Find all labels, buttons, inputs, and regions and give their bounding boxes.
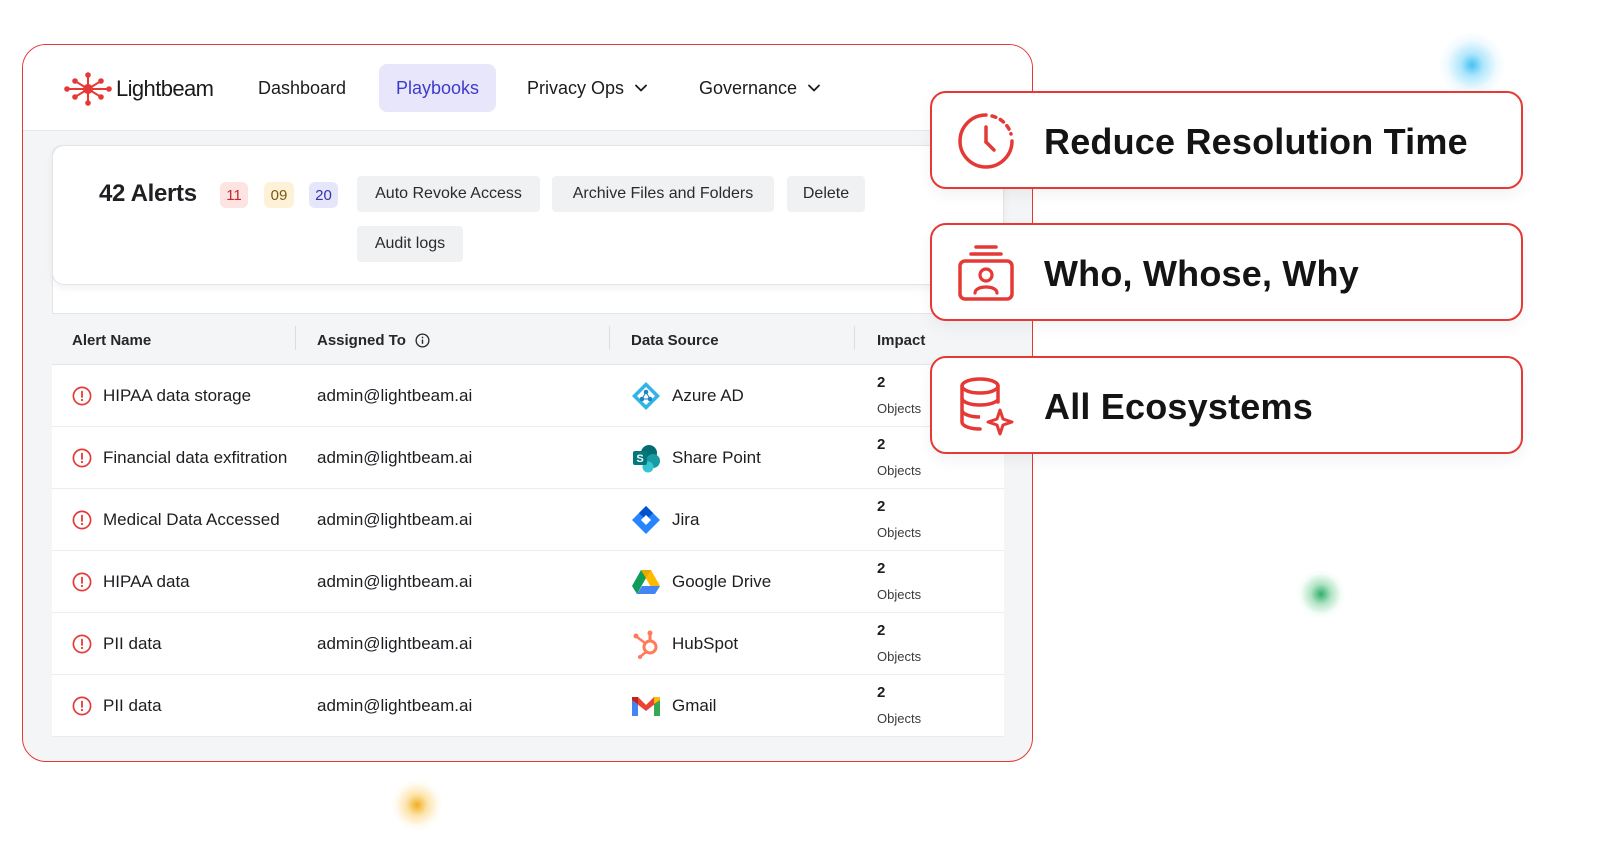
svg-text:S: S [636,453,643,465]
assigned-to: admin@lightbeam.ai [317,696,473,715]
sharepoint-icon: S [633,445,660,473]
column-label: Data Source [631,332,719,349]
assigned-to: admin@lightbeam.ai [317,634,473,653]
severity-badge-medium[interactable]: 09 [264,182,294,208]
alerts-toolbar: 42 Alerts 11 09 20 Auto Revoke Access Ar… [52,145,1004,285]
nav-privacy-ops-label: Privacy Ops [527,77,625,98]
assigned-to: admin@lightbeam.ai [317,448,473,467]
table-row[interactable]: HIPAA data admin@lightbeam.ai Google Dri… [52,551,1004,613]
impact-count: 2 [877,622,886,639]
info-icon[interactable] [415,333,430,348]
clock-icon [958,113,1014,169]
column-header-impact[interactable]: Impact [877,332,925,349]
alert-name[interactable]: HIPAA data storage [103,386,251,406]
alert-name[interactable]: HIPAA data [103,572,190,592]
identity-badge-icon [958,245,1014,301]
alert-name[interactable]: PII data [103,696,162,716]
data-source-name: HubSpot [672,634,739,653]
column-header-alert-name[interactable]: Alert Name [72,332,151,349]
table-row[interactable]: PII data admin@lightbeam.ai Gmail 2 Obje… [52,675,1004,737]
gmail-icon [632,697,660,716]
alert-circle-icon [72,448,92,468]
alert-circle-icon [72,572,92,592]
nav-dashboard[interactable]: Dashboard [258,64,346,112]
hubspot-icon [633,630,658,659]
assigned-to: admin@lightbeam.ai [317,386,473,405]
data-source-name: Google Drive [672,572,772,591]
feature-label: Reduce Resolution Time [1044,121,1468,162]
feature-label: Who, Whose, Why [1044,253,1359,294]
nav-governance[interactable]: Governance [699,64,821,112]
jira-icon [632,506,660,534]
azure-ad-icon [632,382,660,410]
nav-governance-label: Governance [699,77,798,98]
delete-button[interactable]: Delete [787,176,865,212]
assigned-to: admin@lightbeam.ai [317,510,473,529]
data-source-name: Share Point [672,448,761,467]
impact-unit: Objects [877,649,922,664]
assigned-to: admin@lightbeam.ai [317,572,473,591]
impact-count: 2 [877,498,886,515]
table-header: Alert Name Assigned To Data Source Impac… [52,313,1004,365]
severity-badge-low[interactable]: 20 [309,182,338,208]
app-window: Lightbeam Dashboard Playbooks Privacy Op… [22,44,1033,762]
severity-badge-high[interactable]: 11 [220,182,248,208]
impact-count: 2 [877,684,886,701]
chevron-down-icon [635,84,647,92]
google-drive-icon [632,570,660,594]
alert-circle-icon [72,634,92,654]
table-row[interactable]: Medical Data Accessed admin@lightbeam.ai… [52,489,1004,551]
auto-revoke-access-button[interactable]: Auto Revoke Access [357,176,540,212]
decorative-glow-orange [392,780,442,830]
impact-count: 2 [877,436,886,453]
column-divider[interactable] [854,326,855,350]
alert-name[interactable]: Medical Data Accessed [103,510,280,530]
alert-name[interactable]: PII data [103,634,162,654]
column-divider[interactable] [295,326,296,350]
column-label: Impact [877,332,926,349]
nav-privacy-ops[interactable]: Privacy Ops [527,64,648,112]
decorative-glow-blue [1440,33,1504,97]
column-label: Alert Name [72,332,152,349]
lightbeam-logo-icon [64,72,112,106]
archive-files-button[interactable]: Archive Files and Folders [552,176,774,212]
database-sparkle-icon [960,377,1014,436]
brand-name: Lightbeam [116,76,214,101]
table-row[interactable]: Financial data exfitration admin@lightbe… [52,427,1004,489]
decorative-glow-green [1297,570,1345,618]
impact-unit: Objects [877,711,922,726]
feature-card-all-ecosystems: All Ecosystems [930,356,1523,454]
column-header-data-source[interactable]: Data Source [631,332,719,349]
column-label: Assigned To [317,332,406,349]
impact-unit: Objects [877,401,922,416]
chevron-down-icon [808,84,820,92]
nav-playbooks-label: Playbooks [395,77,480,98]
audit-logs-button[interactable]: Audit logs [357,226,463,262]
alerts-count-title: 42 Alerts [99,180,197,207]
impact-unit: Objects [877,525,922,540]
top-navbar: Lightbeam Dashboard Playbooks Privacy Op… [23,45,1032,131]
alert-circle-icon [72,386,92,406]
table-row[interactable]: HIPAA data storage admin@lightbeam.ai Az… [52,365,1004,427]
lightbeam-logo[interactable]: Lightbeam [61,71,214,107]
data-source-name: Gmail [672,696,717,715]
column-divider[interactable] [609,326,610,350]
table-row[interactable]: PII data admin@lightbeam.ai HubSpot 2 Ob… [52,613,1004,675]
impact-unit: Objects [877,463,922,478]
impact-count: 2 [877,374,886,391]
feature-card-who-whose-why: Who, Whose, Why [930,223,1523,321]
alert-circle-icon [72,510,92,530]
impact-unit: Objects [877,587,922,602]
impact-count: 2 [877,560,886,577]
column-header-assigned-to[interactable]: Assigned To [317,332,430,349]
data-source-name: Azure AD [672,386,744,405]
alert-circle-icon [72,696,92,716]
nav-dashboard-label: Dashboard [258,77,347,98]
feature-label: All Ecosystems [1044,386,1313,427]
feature-card-resolution-time: Reduce Resolution Time [930,91,1523,189]
nav-playbooks[interactable]: Playbooks [379,64,496,112]
data-source-name: Jira [672,510,700,529]
alert-name[interactable]: Financial data exfitration [103,448,287,468]
